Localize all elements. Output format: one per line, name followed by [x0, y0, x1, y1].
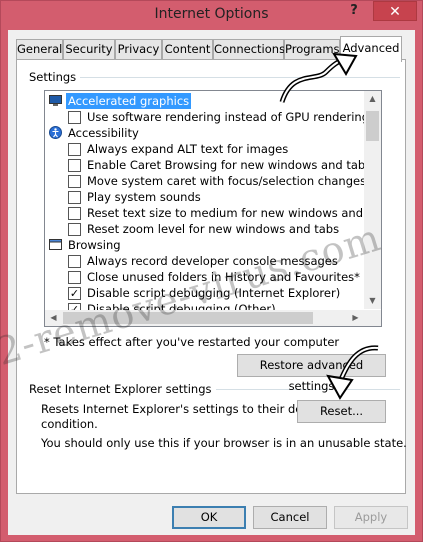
scroll-up-arrow-icon[interactable]: ▲: [364, 91, 381, 107]
settings-option-label: Reset zoom level for new windows and tab…: [87, 222, 340, 236]
tab-general[interactable]: General: [16, 39, 63, 60]
settings-group-label: Settings: [29, 70, 81, 84]
tab-programs[interactable]: Programs: [284, 39, 340, 60]
ok-button[interactable]: OK: [172, 506, 246, 529]
settings-option-checkbox[interactable]: [68, 255, 81, 268]
scroll-right-arrow-icon[interactable]: ▶: [347, 310, 364, 326]
reset-warning-text: You should only use this if your browser…: [41, 436, 407, 450]
scroll-left-arrow-icon[interactable]: ◀: [45, 310, 62, 326]
monitor-icon: [49, 94, 62, 107]
settings-option-checkbox[interactable]: [68, 111, 81, 124]
apply-button[interactable]: Apply: [334, 506, 408, 529]
cancel-button[interactable]: Cancel: [253, 506, 327, 529]
settings-option-label: Disable script debugging (Internet Explo…: [87, 286, 341, 300]
settings-category-label: Accessibility: [68, 126, 139, 140]
settings-category-label: Browsing: [68, 238, 121, 252]
settings-option-label: Close unused folders in History and Favo…: [87, 270, 360, 284]
settings-option-label: Always expand ALT text for images: [87, 142, 289, 156]
tab-connections[interactable]: Connections: [213, 39, 285, 60]
scrollbar-corner: [364, 310, 381, 326]
settings-option-label: Always record developer console messages: [87, 254, 338, 268]
scroll-thumb-vertical[interactable]: [366, 111, 379, 141]
reset-description-line1: Resets Internet Explorer's settings to t…: [41, 402, 329, 416]
reset-group-label: Reset Internet Explorer settings: [29, 382, 216, 396]
settings-option-checkbox[interactable]: ✓: [68, 287, 81, 300]
settings-option-label: Play system sounds: [87, 190, 201, 204]
restore-advanced-settings-button[interactable]: Restore advanced settings: [237, 354, 386, 393]
tab-privacy[interactable]: Privacy: [115, 39, 162, 60]
settings-listbox[interactable]: Accelerated graphics Use software renderi…: [44, 90, 382, 327]
settings-category-label: Accelerated graphics: [66, 93, 192, 109]
tab-advanced[interactable]: Advanced: [340, 36, 402, 62]
settings-option-label: Enable Caret Browsing for new windows an…: [87, 158, 372, 172]
settings-option-label: Reset text size to medium for new window…: [87, 206, 382, 220]
tab-content[interactable]: Content: [162, 39, 213, 60]
scroll-thumb-horizontal[interactable]: [63, 312, 313, 324]
settings-option-checkbox[interactable]: [68, 271, 81, 284]
settings-option-checkbox[interactable]: [68, 207, 81, 220]
accessibility-icon: [49, 126, 62, 139]
settings-option-checkbox[interactable]: [68, 175, 81, 188]
settings-option-checkbox[interactable]: [68, 143, 81, 156]
reset-button[interactable]: Reset...: [297, 400, 386, 423]
settings-option-label: Move system caret with focus/selection c…: [87, 174, 367, 188]
settings-vertical-scrollbar[interactable]: ▲ ▼: [364, 91, 381, 309]
settings-option-checkbox[interactable]: [68, 159, 81, 172]
close-button[interactable]: ✕: [373, 1, 417, 21]
settings-option-checkbox[interactable]: [68, 191, 81, 204]
settings-option-checkbox[interactable]: [68, 223, 81, 236]
tab-security[interactable]: Security: [63, 39, 115, 60]
restart-note: * Takes effect after you've restarted yo…: [44, 335, 340, 349]
help-button[interactable]: ?: [340, 1, 368, 21]
settings-group-rule: [74, 77, 400, 78]
scroll-down-arrow-icon[interactable]: ▼: [364, 293, 381, 309]
reset-description-line2: condition.: [41, 417, 98, 431]
settings-option-label: Use software rendering instead of GPU re…: [87, 110, 375, 124]
browsing-icon: [49, 238, 62, 251]
settings-horizontal-scrollbar[interactable]: ◀ ▶: [45, 310, 381, 326]
